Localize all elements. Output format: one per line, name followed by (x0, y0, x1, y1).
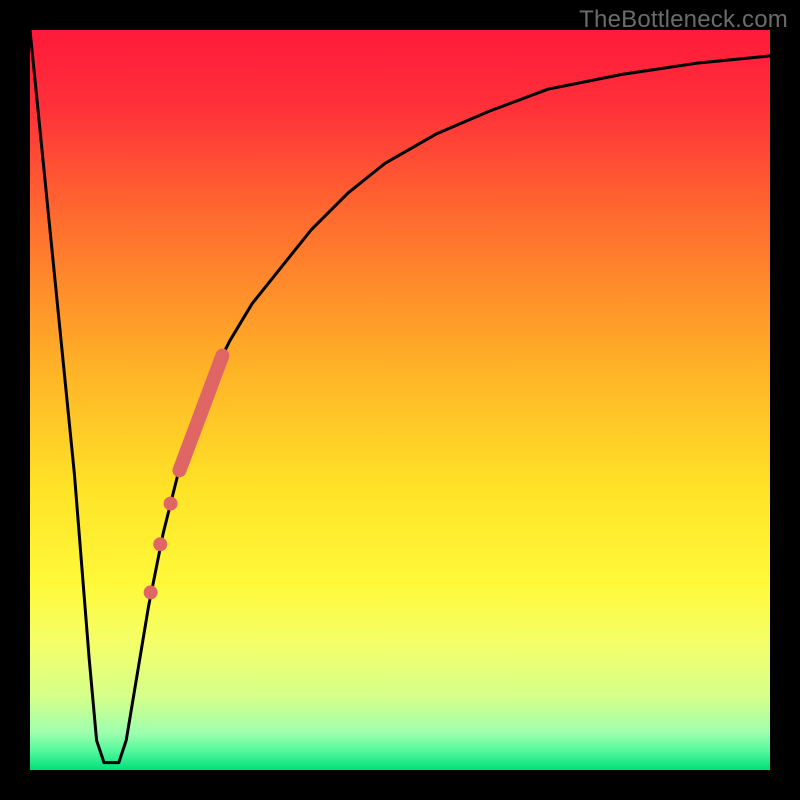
marker-dot (153, 537, 167, 551)
chart-svg (30, 30, 770, 770)
marker-dot (164, 497, 178, 511)
marker-dot (144, 585, 158, 599)
plot-area (30, 30, 770, 770)
chart-frame: TheBottleneck.com (0, 0, 800, 800)
watermark-text: TheBottleneck.com (579, 6, 788, 34)
